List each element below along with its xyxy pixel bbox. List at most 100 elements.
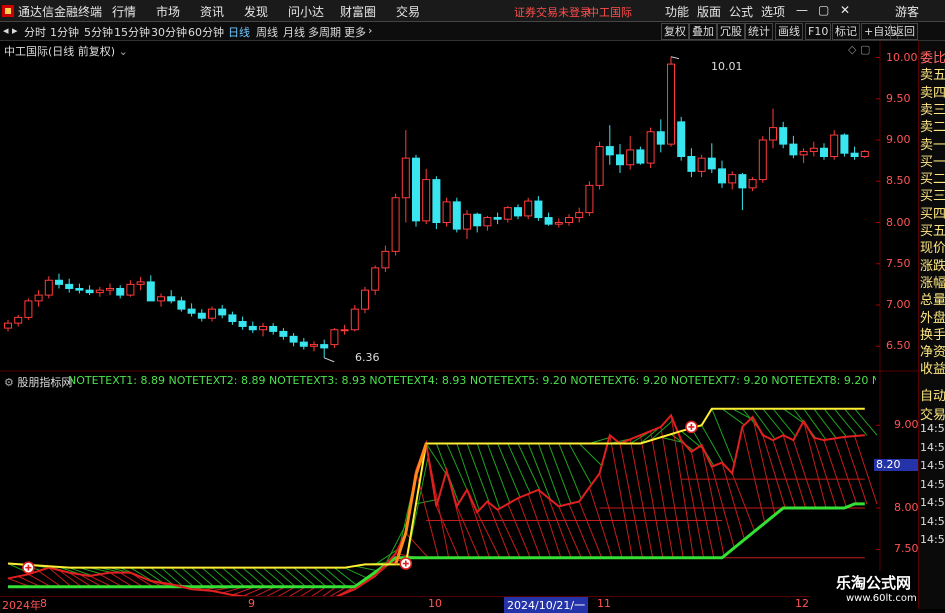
hatch-red	[752, 416, 776, 515]
candle-body	[177, 300, 186, 310]
candle-body	[187, 308, 196, 314]
candle	[656, 119, 665, 153]
hatch-red	[28, 573, 52, 588]
price-axis-label: 7.50	[886, 256, 911, 270]
candle	[779, 121, 788, 149]
candle	[514, 204, 522, 220]
candle-body	[514, 207, 522, 217]
hatch-red	[568, 503, 592, 558]
hatch-green	[813, 408, 837, 439]
candle	[585, 181, 594, 216]
candle-body	[595, 146, 604, 186]
candle-body	[850, 152, 859, 157]
sidebar-time-label: 14:56	[920, 496, 945, 509]
candle	[769, 108, 777, 149]
candle-body	[626, 149, 635, 166]
hatch-green	[497, 443, 521, 498]
candle-body	[65, 283, 74, 289]
hatch-green	[242, 567, 266, 588]
hatch-green	[170, 567, 194, 588]
indicator-current-value: 8.20	[874, 459, 920, 471]
candle-body	[452, 201, 461, 230]
hatch-green	[721, 408, 745, 426]
candle	[391, 193, 400, 256]
hatch-red	[619, 443, 643, 558]
hatch-red	[99, 573, 123, 588]
candle-body	[391, 197, 400, 252]
candle-body	[779, 127, 788, 145]
hatch-green	[833, 408, 858, 437]
candle-body	[422, 179, 431, 222]
sidebar-label: 买四	[920, 206, 945, 222]
candle	[809, 141, 818, 157]
candle-body	[218, 308, 227, 316]
candle	[177, 296, 186, 312]
hatch-red	[721, 462, 745, 540]
candle	[687, 148, 696, 178]
hatch-green	[303, 567, 327, 588]
quote-sidebar: 委比 卖五 卖四 卖三 卖二 卖一 买一 买二 买三 买四 买五 现价 涨跌 涨幅 总量 外盘 换手 净资 收益 自…	[918, 41, 945, 609]
candle-body	[442, 201, 451, 223]
price-axis-label: 9.00	[886, 133, 911, 146]
candle-body	[840, 134, 849, 154]
hatch-green	[844, 408, 868, 436]
sidebar-trade-label[interactable]: 自动	[920, 385, 945, 404]
indicator-values: NOTETEXT1: 8.89 NOTETEXT2: 8.89 NOTETEXT…	[68, 374, 876, 387]
candle	[330, 328, 339, 348]
sidebar-time-label: 14:56	[920, 440, 945, 454]
hatch-red	[650, 430, 674, 558]
sidebar-label: 换手	[920, 327, 945, 343]
candle	[116, 285, 125, 299]
candle	[34, 290, 43, 307]
candle-body	[167, 296, 176, 302]
candle	[95, 286, 104, 297]
hatch-red	[527, 493, 552, 558]
high-price-label: 10.01	[711, 60, 743, 73]
hatch-red	[507, 503, 531, 558]
candle	[544, 212, 553, 226]
candle	[320, 339, 329, 358]
low-price-label: 6.36	[355, 351, 380, 364]
candle	[860, 149, 869, 159]
candle-body	[697, 157, 706, 172]
sidebar-label: 收益	[920, 362, 945, 378]
hatch-green	[762, 408, 786, 437]
hatch-red	[466, 489, 490, 558]
price-axis-label: 7.00	[886, 298, 911, 311]
hatch-red	[17, 575, 41, 588]
hatch-red	[792, 440, 817, 509]
candle	[269, 323, 278, 335]
candle-body	[197, 312, 206, 319]
candle-body	[340, 329, 349, 332]
candle	[238, 316, 247, 330]
sidebar-label: 现价	[920, 241, 945, 257]
candle	[65, 278, 74, 293]
hatch-green	[313, 567, 337, 588]
candle-body	[24, 300, 33, 318]
sidebar-time-label: 14:56	[920, 533, 945, 546]
candle-body	[473, 213, 482, 227]
price-axis-label: 10.00	[886, 50, 918, 64]
candlestick-series	[4, 56, 869, 363]
hatch-green	[548, 443, 572, 504]
indicator-series	[7, 407, 878, 604]
candle-body	[279, 330, 288, 337]
hatch-red	[772, 440, 796, 509]
candle-body	[860, 151, 869, 158]
buy-marker-icon	[22, 561, 35, 574]
candle	[575, 207, 584, 223]
candle-body	[116, 288, 125, 296]
kline-chart[interactable]	[0, 0, 945, 609]
candle	[442, 197, 451, 227]
hatch-red	[588, 487, 613, 558]
hatch-green	[232, 567, 256, 588]
hatch-green	[854, 408, 878, 436]
candle	[850, 146, 859, 160]
sidebar-trade-label[interactable]: 交易	[920, 404, 945, 423]
candle-body	[656, 131, 665, 145]
indicator-settings-icon[interactable]: ⚙	[4, 376, 14, 389]
candle-body	[361, 289, 369, 310]
candle-body	[789, 143, 798, 156]
price-axis-label: 8.00	[886, 215, 911, 229]
candle-body	[269, 325, 278, 332]
